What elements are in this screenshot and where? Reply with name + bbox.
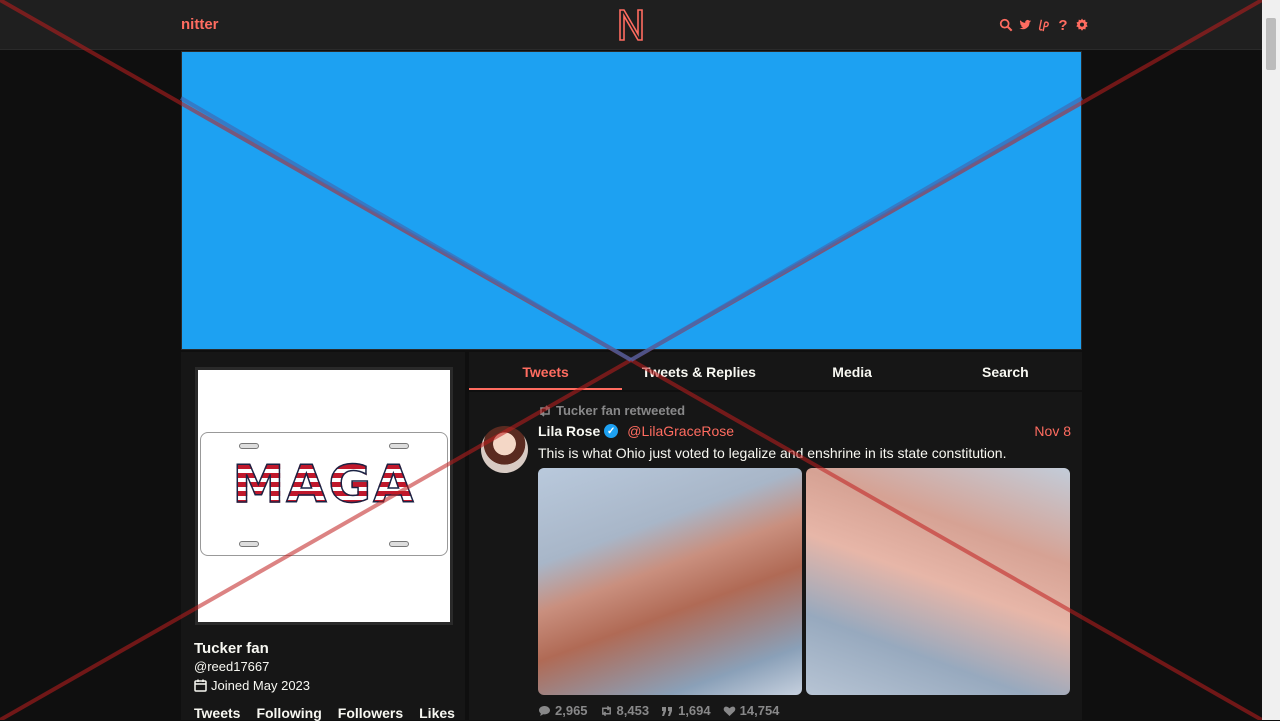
nav-icons: ? bbox=[998, 16, 1090, 34]
profile-stats: Tweets Following Followers Likes bbox=[194, 705, 455, 721]
gear-icon[interactable] bbox=[1074, 16, 1090, 34]
retweet-count-value: 8,453 bbox=[616, 703, 650, 718]
verified-badge-icon: ✓ bbox=[604, 424, 619, 438]
timeline-tabs: Tweets Tweets & Replies Media Search bbox=[469, 352, 1082, 390]
nitter-home-link[interactable]: nitter bbox=[181, 16, 219, 33]
tweet-author-avatar[interactable] bbox=[481, 426, 528, 473]
retweet-count[interactable]: 8,453 bbox=[600, 703, 650, 718]
license-plate-image: MAGA bbox=[200, 432, 448, 556]
stat-tweets[interactable]: Tweets bbox=[194, 705, 240, 721]
tweet-text: This is what Ohio just voted to legalize… bbox=[538, 445, 1007, 461]
retweet-icon bbox=[601, 705, 611, 716]
stat-likes[interactable]: Likes bbox=[419, 705, 455, 721]
tweet-author-name[interactable]: Lila Rose bbox=[538, 423, 600, 439]
retweet-header-text[interactable]: Tucker fan retweeted bbox=[556, 403, 685, 418]
profile-banner[interactable] bbox=[181, 51, 1082, 350]
tweet-author: Lila Rose ✓ @LilaGraceRose bbox=[538, 423, 734, 439]
reply-count-value: 2,965 bbox=[555, 703, 588, 718]
scrollbar[interactable] bbox=[1262, 0, 1280, 720]
quote-count[interactable]: 1,694 bbox=[661, 703, 711, 718]
profile-joined: Joined May 2023 bbox=[194, 678, 310, 693]
profile-card: MAGA Tucker fan @reed17667 Joined May 20… bbox=[181, 352, 465, 721]
heart-icon bbox=[723, 706, 735, 716]
twitter-bird-icon[interactable] bbox=[1017, 16, 1033, 34]
retweet-header: Tucker fan retweeted bbox=[538, 403, 685, 418]
quote-count-value: 1,694 bbox=[678, 703, 711, 718]
nitter-logo-icon[interactable] bbox=[617, 8, 645, 42]
quote-icon bbox=[662, 706, 673, 716]
like-count-value: 14,754 bbox=[739, 703, 780, 718]
calendar-icon bbox=[194, 679, 207, 692]
tweet-stats: 2,965 8,453 1,694 14,754 bbox=[538, 703, 779, 718]
tweet-date[interactable]: Nov 8 bbox=[1034, 423, 1071, 439]
tab-tweets[interactable]: Tweets bbox=[469, 352, 623, 390]
comment-icon bbox=[539, 705, 550, 716]
joined-label: Joined May 2023 bbox=[211, 678, 311, 693]
tab-tweets-replies[interactable]: Tweets & Replies bbox=[622, 352, 775, 390]
tab-media[interactable]: Media bbox=[776, 352, 929, 390]
liberapay-icon[interactable] bbox=[1036, 16, 1052, 34]
stat-following[interactable]: Following bbox=[256, 705, 321, 721]
tweet-media-image[interactable] bbox=[806, 468, 1070, 695]
avatar-text: MAGA bbox=[201, 454, 447, 516]
navbar: nitter ? bbox=[0, 0, 1262, 50]
tab-search[interactable]: Search bbox=[929, 352, 1082, 390]
like-count[interactable]: 14,754 bbox=[723, 703, 780, 718]
timeline: Tucker fan retweeted Lila Rose ✓ @LilaGr… bbox=[469, 392, 1082, 720]
avatar[interactable]: MAGA bbox=[195, 367, 453, 625]
search-icon[interactable] bbox=[998, 16, 1014, 34]
reply-count[interactable]: 2,965 bbox=[538, 703, 588, 718]
help-icon[interactable]: ? bbox=[1055, 16, 1071, 34]
scrollbar-thumb[interactable] bbox=[1266, 18, 1276, 70]
tweet-media-image[interactable] bbox=[538, 468, 802, 695]
profile-fullname[interactable]: Tucker fan bbox=[194, 640, 269, 657]
stat-followers[interactable]: Followers bbox=[338, 705, 403, 721]
profile-username[interactable]: @reed17667 bbox=[194, 659, 269, 674]
tweet-author-handle[interactable]: @LilaGraceRose bbox=[627, 423, 734, 439]
retweet-icon bbox=[540, 404, 550, 417]
